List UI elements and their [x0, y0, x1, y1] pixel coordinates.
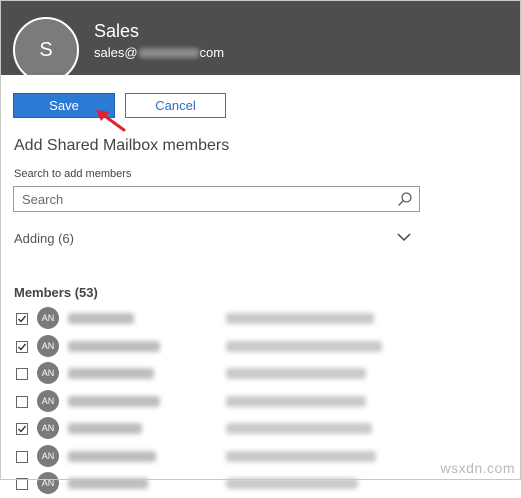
avatar-initials: AN	[41, 395, 55, 406]
mailbox-email: sales@ com	[94, 45, 224, 60]
member-email-redacted	[226, 395, 366, 407]
list-item: AN	[0, 333, 521, 361]
avatar-initials: AN	[41, 450, 55, 461]
checkbox-check-icon	[18, 343, 27, 351]
adding-section-toggle[interactable]: Adding (6)	[14, 231, 74, 246]
member-name-redacted	[68, 368, 154, 379]
search-input[interactable]	[14, 187, 400, 211]
mailbox-avatar: S	[13, 17, 79, 75]
member-email-redacted	[226, 450, 376, 462]
member-email-redacted	[226, 423, 372, 434]
cancel-button[interactable]: Cancel	[125, 93, 226, 118]
member-checkbox[interactable]	[16, 313, 28, 325]
member-checkbox[interactable]	[16, 423, 28, 435]
avatar-initials: AN	[41, 423, 55, 433]
member-name-redacted	[68, 340, 160, 352]
member-checkbox[interactable]	[16, 395, 28, 408]
member-email-redacted	[226, 340, 382, 352]
mailbox-email-suffix: com	[199, 45, 225, 60]
watermark: wsxdn.com	[440, 460, 515, 476]
mailbox-email-prefix: sales@	[94, 45, 138, 60]
member-email-redacted	[226, 368, 366, 379]
checkbox-check-icon	[18, 315, 27, 323]
avatar: AN	[37, 417, 59, 439]
avatar: AN	[37, 444, 59, 467]
checkbox-check-icon	[18, 425, 27, 433]
member-checkbox[interactable]	[16, 450, 28, 463]
member-email-redacted	[226, 313, 374, 324]
member-checkbox[interactable]	[16, 368, 28, 380]
list-item: AN	[0, 415, 521, 443]
avatar: AN	[37, 472, 59, 494]
mailbox-name: Sales	[94, 21, 140, 41]
avatar-initials: AN	[41, 313, 55, 323]
avatar-initials: AN	[41, 368, 55, 378]
list-item: AN	[0, 388, 521, 416]
search-icon[interactable]	[397, 191, 413, 207]
list-item: AN	[0, 305, 521, 333]
list-item: AN	[0, 360, 521, 388]
chevron-down-icon[interactable]	[397, 233, 411, 242]
member-name-redacted	[68, 450, 156, 462]
avatar: AN	[37, 362, 59, 384]
member-name-redacted	[68, 313, 134, 324]
mailbox-avatar-initial: S	[39, 38, 53, 61]
avatar: AN	[37, 334, 59, 357]
search-label: Search to add members	[14, 168, 132, 180]
annotation-arrow-icon	[96, 110, 126, 132]
member-name-redacted	[68, 395, 160, 407]
member-name-redacted	[68, 423, 142, 434]
save-button-label: Save	[49, 98, 79, 113]
member-checkbox[interactable]	[16, 340, 28, 353]
mailbox-header: S Sales sales@ com	[0, 0, 521, 75]
email-domain-redacted	[138, 47, 199, 58]
cancel-button-label: Cancel	[155, 98, 196, 113]
search-box	[13, 186, 420, 212]
avatar: AN	[37, 307, 59, 329]
avatar-initials: AN	[41, 340, 55, 351]
section-title: Add Shared Mailbox members	[14, 137, 230, 154]
members-title: Members (53)	[14, 285, 98, 300]
avatar: AN	[37, 389, 59, 412]
